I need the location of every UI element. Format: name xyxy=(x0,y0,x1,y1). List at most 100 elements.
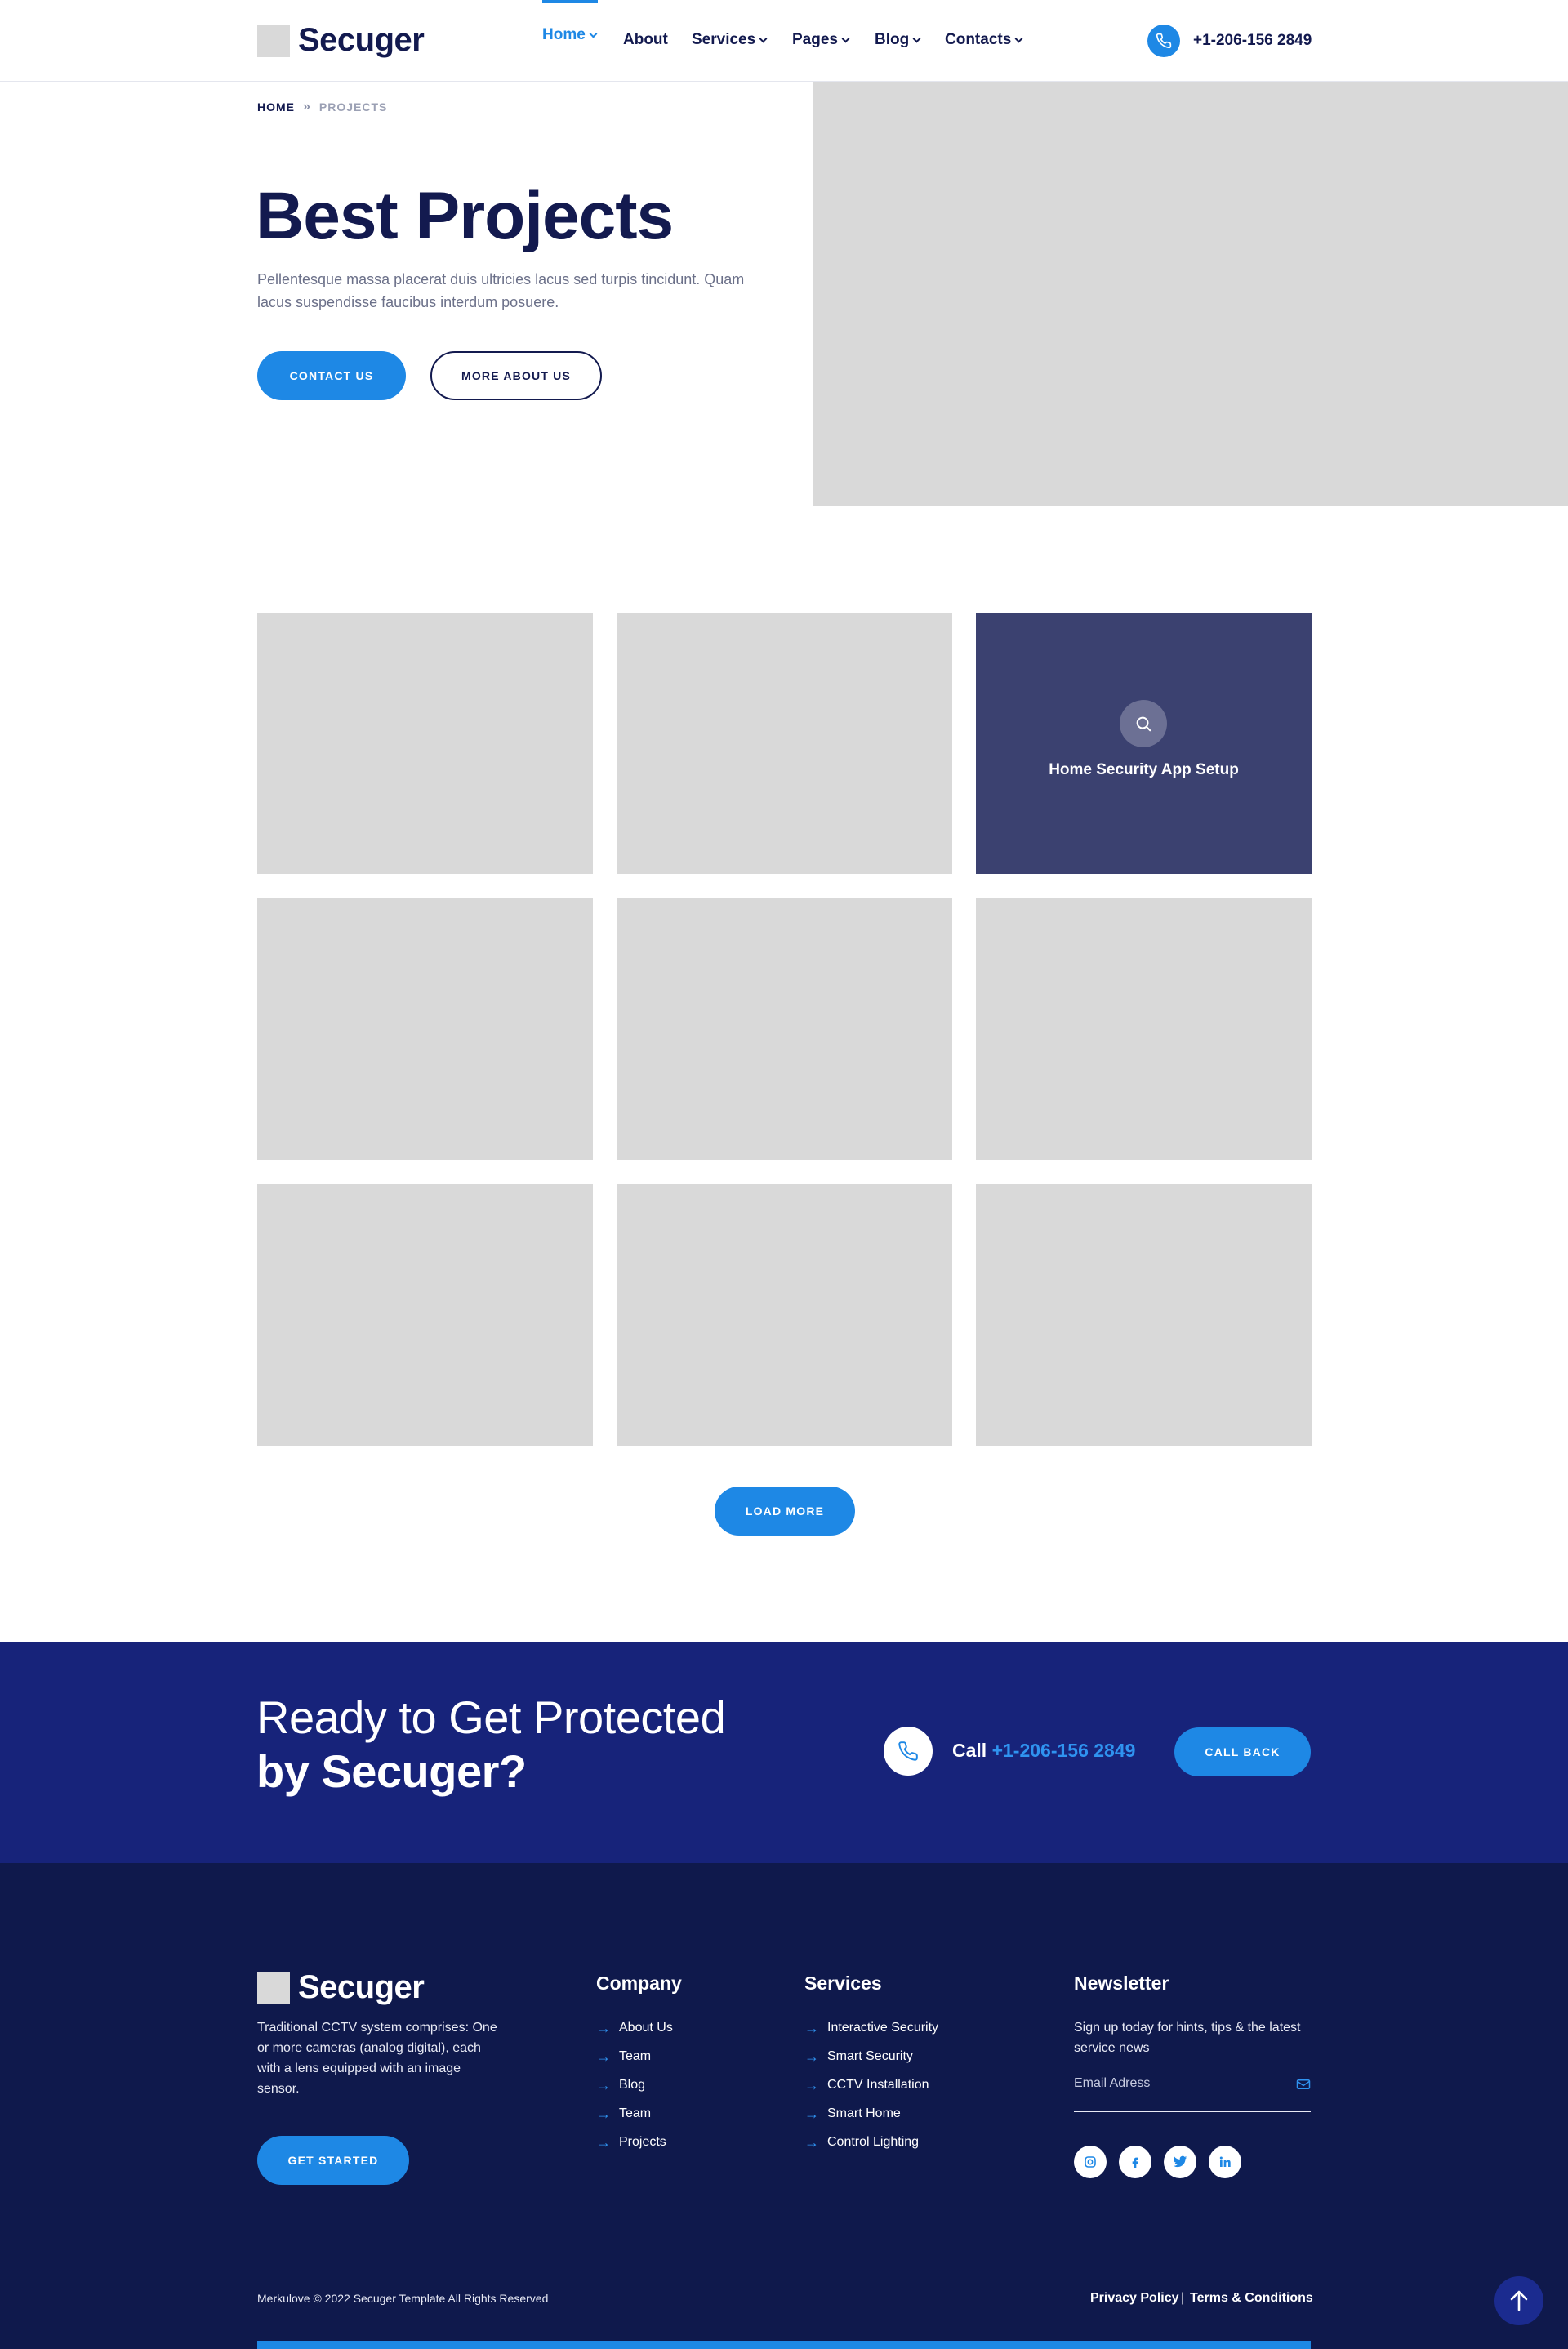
breadcrumb-home[interactable]: HOME xyxy=(257,100,295,114)
nav-pages[interactable]: Pages xyxy=(792,31,850,49)
arrow-right-icon: → xyxy=(804,2020,819,2036)
logo-text[interactable]: Secuger xyxy=(298,22,425,59)
project-card[interactable] xyxy=(617,1184,952,1446)
cta-section xyxy=(0,1642,1568,1863)
logo-mark[interactable] xyxy=(257,25,290,57)
active-nav-indicator xyxy=(542,0,598,3)
footer-company-link[interactable]: → Team xyxy=(596,2049,651,2064)
footer-services-link[interactable]: → Control Lighting xyxy=(804,2135,919,2150)
page-title: Best Projects xyxy=(256,179,674,253)
double-chevron-right-icon: » xyxy=(303,100,311,114)
facebook-icon[interactable] xyxy=(1119,2146,1152,2178)
hero-image xyxy=(813,82,1568,506)
project-card[interactable] xyxy=(617,898,952,1160)
arrow-right-icon: → xyxy=(804,2077,819,2093)
nav-blog[interactable]: Blog xyxy=(875,31,921,49)
footer-company-link[interactable]: → Team xyxy=(596,2106,651,2121)
hero-description: Pellentesque massa placerat duis ultrici… xyxy=(257,271,745,310)
cta-heading-line1: Ready to Get Protected xyxy=(256,1692,726,1743)
scroll-to-top-button[interactable] xyxy=(1494,2276,1544,2325)
nav-about-label: About xyxy=(623,31,668,48)
chevron-down-icon xyxy=(912,34,921,42)
project-card-title[interactable]: Home Security App Setup xyxy=(976,761,1312,779)
load-more-button[interactable]: LOAD MORE xyxy=(715,1487,855,1536)
newsletter-email-field[interactable]: Email Adress xyxy=(1074,2071,1311,2112)
nav-contacts-label: Contacts xyxy=(945,31,1012,48)
project-card[interactable] xyxy=(257,1184,593,1446)
arrow-right-icon: → xyxy=(596,2077,611,2093)
arrow-up-icon xyxy=(1510,2290,1528,2311)
footer-link-label: Projects xyxy=(619,2135,666,2149)
arrow-right-icon: → xyxy=(804,2048,819,2065)
footer-link-label: CCTV Installation xyxy=(827,2078,929,2092)
chevron-down-icon xyxy=(589,29,598,38)
footer-link-label: Smart Security xyxy=(827,2049,913,2063)
privacy-policy-link[interactable]: Privacy Policy xyxy=(1090,2291,1179,2306)
search-icon[interactable] xyxy=(1120,700,1167,747)
footer-link-label: Interactive Security xyxy=(827,2021,939,2035)
footer-company-heading: Company xyxy=(596,1972,682,1994)
chevron-down-icon xyxy=(841,34,850,42)
footer-newsletter-heading: Newsletter xyxy=(1074,1972,1169,1994)
more-about-us-button[interactable]: MORE ABOUT US xyxy=(430,351,602,400)
footer-link-label: Blog xyxy=(619,2078,646,2092)
footer-link-label: Control Lighting xyxy=(827,2135,920,2149)
breadcrumb-current: PROJECTS xyxy=(318,100,388,114)
project-card-hover[interactable]: Home Security App Setup xyxy=(976,613,1312,874)
legal-separator: | xyxy=(1181,2291,1185,2305)
cta-call-text[interactable]: Call +1-206-156 2849 xyxy=(952,1740,1135,1762)
arrow-right-icon: → xyxy=(596,2106,611,2122)
site-header xyxy=(0,0,1568,82)
project-card[interactable] xyxy=(257,613,593,874)
copyright-text: Merkulove © 2022 Secuger Template All Ri… xyxy=(257,2292,549,2305)
nav-contacts[interactable]: Contacts xyxy=(945,31,1023,49)
arrow-right-icon: → xyxy=(596,2048,611,2065)
nav-home-label: Home xyxy=(542,26,586,43)
footer-services-link[interactable]: → Smart Security xyxy=(804,2049,913,2064)
footer-services-link[interactable]: → CCTV Installation xyxy=(804,2078,929,2093)
phone-icon[interactable] xyxy=(1147,25,1180,57)
footer-about-text: Traditional CCTV system comprises: One o… xyxy=(257,2021,497,2096)
nav-about[interactable]: About xyxy=(623,31,668,49)
arrow-right-icon: → xyxy=(804,2106,819,2122)
footer-company-link[interactable]: → About Us xyxy=(596,2021,673,2035)
header-phone-number[interactable]: +1-206-156 2849 xyxy=(1193,32,1312,50)
chevron-down-icon xyxy=(759,34,768,42)
get-started-button[interactable]: GET STARTED xyxy=(257,2136,409,2185)
phone-icon xyxy=(884,1727,933,1776)
footer-services-link[interactable]: → Interactive Security xyxy=(804,2021,938,2035)
footer-link-label: Team xyxy=(619,2049,652,2063)
arrow-right-icon: → xyxy=(804,2134,819,2151)
arrow-right-icon: → xyxy=(596,2020,611,2036)
footer-link-label: Smart Home xyxy=(827,2106,901,2120)
footer-logo-mark[interactable] xyxy=(257,1972,290,2004)
footer-link-label: About Us xyxy=(619,2021,673,2035)
instagram-icon[interactable] xyxy=(1074,2146,1107,2178)
breadcrumb: HOME » PROJECTS xyxy=(257,100,387,114)
footer-logo-text[interactable]: Secuger xyxy=(298,1969,425,2006)
footer-services-heading: Services xyxy=(804,1972,882,1994)
terms-conditions-link[interactable]: Terms & Conditions xyxy=(1190,2291,1313,2306)
nav-services-label: Services xyxy=(692,31,756,48)
nav-services[interactable]: Services xyxy=(692,31,768,49)
email-placeholder: Email Adress xyxy=(1074,2076,1151,2090)
call-back-button[interactable]: CALL BACK xyxy=(1174,1727,1311,1776)
project-card[interactable] xyxy=(976,898,1312,1160)
contact-us-button[interactable]: CONTACT US xyxy=(257,351,406,400)
project-card[interactable] xyxy=(976,1184,1312,1446)
nav-blog-label: Blog xyxy=(875,31,910,48)
nav-pages-label: Pages xyxy=(792,31,838,48)
footer-company-link[interactable]: → Projects xyxy=(596,2135,666,2150)
site-footer xyxy=(0,1863,1568,2349)
project-card[interactable] xyxy=(257,898,593,1160)
linkedin-icon[interactable] xyxy=(1209,2146,1241,2178)
project-card[interactable] xyxy=(617,613,952,874)
footer-services-link[interactable]: → Smart Home xyxy=(804,2106,901,2121)
nav-home[interactable]: Home xyxy=(542,26,598,44)
footer-company-link[interactable]: → Blog xyxy=(596,2078,645,2093)
cta-call-number[interactable]: +1-206-156 2849 xyxy=(992,1740,1136,1761)
newsletter-description: Sign up today for hints, tips & the late… xyxy=(1074,2021,1301,2055)
chevron-down-icon xyxy=(1014,34,1023,42)
twitter-icon[interactable] xyxy=(1164,2146,1196,2178)
envelope-icon[interactable] xyxy=(1296,2078,1311,2095)
